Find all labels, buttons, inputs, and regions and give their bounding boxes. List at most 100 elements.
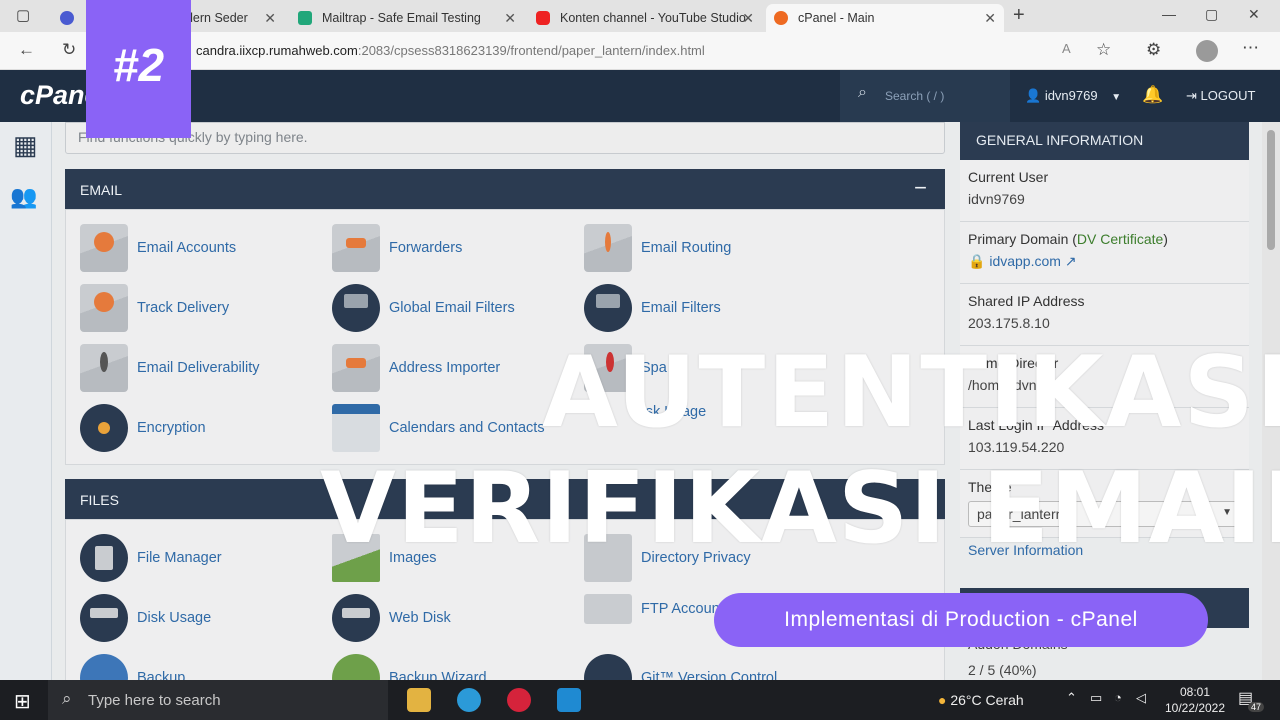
shared-ip-value: 203.175.8.10 xyxy=(968,315,1050,331)
tab-close-icon[interactable]: ✕ xyxy=(742,10,754,27)
weather-widget[interactable]: ● 26°C Cerah xyxy=(938,692,1024,708)
address-importer-link[interactable]: Address Importer xyxy=(332,344,500,392)
vscode-icon[interactable] xyxy=(557,688,581,712)
minimize-icon[interactable]: — xyxy=(1162,6,1176,22)
tab-close-icon[interactable]: ✕ xyxy=(984,10,996,27)
file-explorer-icon[interactable] xyxy=(407,688,431,712)
clock[interactable]: 08:01 10/22/2022 xyxy=(1150,684,1240,716)
tab-3[interactable]: Konten channel - YouTube Studio ✕ xyxy=(528,4,762,32)
forwarders-link[interactable]: Forwarders xyxy=(332,224,462,272)
subtitle-pill: Implementasi di Production - cPanel xyxy=(714,593,1208,647)
ftp-truck-icon xyxy=(584,594,632,624)
encryption-link[interactable]: Encryption xyxy=(80,404,206,452)
restore-icon[interactable]: ▢ xyxy=(1205,6,1218,23)
taskbar-search[interactable]: ⌕ Type here to search xyxy=(48,680,388,720)
tab-actions-icon[interactable]: ▢ xyxy=(16,6,30,24)
primary-domain-link[interactable]: idvapp.com xyxy=(989,253,1061,269)
email-accounts-link[interactable]: Email Accounts xyxy=(80,224,236,272)
global-email-filters-link[interactable]: Global Email Filters xyxy=(332,284,515,332)
ftp-accounts-link[interactable]: FTP Accoun xyxy=(584,594,720,624)
item-label: Disk Usage xyxy=(137,610,212,626)
users-icon[interactable]: 👥 xyxy=(10,184,37,210)
disk-usage-link[interactable]: Disk Usage xyxy=(80,594,211,642)
search-icon: ⌕ xyxy=(858,84,867,101)
item-label: Encryption xyxy=(137,420,206,436)
profile-avatar[interactable] xyxy=(1196,40,1218,62)
extensions-icon[interactable]: ⚙ xyxy=(1146,40,1161,60)
track-delivery-link[interactable]: Track Delivery xyxy=(80,284,229,332)
windows-taskbar: ⊞ ⌕ Type here to search ● 26°C Cerah ⌃ ▭… xyxy=(0,680,1280,720)
logout-label: LOGOUT xyxy=(1200,88,1256,103)
address-bar-row: ← ↻ candra.iixcp.rumahweb.com:2083/cpses… xyxy=(0,32,1280,70)
volume-icon[interactable]: ◁ xyxy=(1136,690,1146,706)
bell-icon[interactable]: 🔔 xyxy=(1142,85,1163,105)
item-label: Email Accounts xyxy=(137,240,237,256)
item-label: Global Email Filters xyxy=(389,300,515,316)
collapse-icon[interactable]: − xyxy=(914,175,927,201)
tab-4[interactable]: cPanel - Main ✕ xyxy=(766,4,1004,32)
calendars-contacts-link[interactable]: Calendars and Contacts xyxy=(332,404,545,452)
taskbar-search-placeholder: Type here to search xyxy=(88,692,221,709)
email-routing-link[interactable]: Email Routing xyxy=(584,224,731,272)
filter-icon xyxy=(584,284,632,332)
forwarders-icon xyxy=(332,224,380,272)
primary-domain-label: Primary Domain xyxy=(968,231,1069,247)
tray-chevron-icon[interactable]: ⌃ xyxy=(1066,690,1077,706)
find-functions-input[interactable]: Find functions quickly by typing here. xyxy=(65,122,945,154)
header-search-placeholder: Search ( / ) xyxy=(885,89,945,103)
back-icon[interactable]: ← xyxy=(18,40,35,60)
window-close-icon[interactable]: ✕ xyxy=(1248,6,1260,23)
primary-domain-block: Primary Domain (DV Certificate) 🔒 idvapp… xyxy=(960,222,1249,284)
web-disk-link[interactable]: Web Disk xyxy=(332,594,451,642)
refresh-icon[interactable]: ↻ xyxy=(62,40,76,60)
tab-close-icon[interactable]: ✕ xyxy=(504,10,516,27)
scrollbar-thumb[interactable] xyxy=(1267,130,1275,250)
notification-count: 47 xyxy=(1248,702,1265,712)
windows-start-icon[interactable]: ⊞ xyxy=(14,689,31,714)
header-search[interactable]: ⌕ Search ( / ) xyxy=(840,70,1010,122)
more-menu-icon[interactable]: ⋯ xyxy=(1242,38,1259,58)
grid-icon[interactable]: ▦ xyxy=(13,132,38,158)
tab-label: cPanel - Main xyxy=(798,11,875,25)
address-importer-icon xyxy=(332,344,380,392)
file-manager-icon xyxy=(80,534,128,582)
file-manager-link[interactable]: File Manager xyxy=(80,534,222,582)
certificate-link[interactable]: DV Certificate xyxy=(1077,231,1163,247)
favorite-icon[interactable]: ☆ xyxy=(1096,40,1111,60)
new-tab-icon[interactable]: + xyxy=(1013,4,1025,27)
calendar-icon xyxy=(332,404,380,452)
email-deliverability-link[interactable]: Email Deliverability xyxy=(80,344,259,392)
item-label: Email Filters xyxy=(641,300,721,316)
url-field[interactable]: candra.iixcp.rumahweb.com:2083/cpsess831… xyxy=(120,37,1080,65)
item-label: Web Disk xyxy=(389,610,451,626)
headline-line-1: AUTENTIKASI xyxy=(542,336,1280,450)
user-menu[interactable]: 👤 idvn9769 ▼ xyxy=(1025,88,1121,104)
email-accounts-icon xyxy=(80,224,128,272)
browser-tab-bar: ▢ odern Seder ✕ Mailtrap - Safe Email Te… xyxy=(0,0,1280,32)
cpanel-header: cPanel ⌕ Search ( / ) 👤 idvn9769 ▼ 🔔 ⇥ L… xyxy=(0,70,1280,122)
media-player-icon[interactable] xyxy=(507,688,531,712)
section-title: EMAIL xyxy=(80,182,123,198)
email-section-header[interactable]: EMAIL − xyxy=(65,169,945,209)
episode-badge: #2 xyxy=(86,0,191,138)
tab-label: Mailtrap - Safe Email Testing xyxy=(322,11,481,25)
general-info-header: GENERAL INFORMATION xyxy=(960,122,1249,160)
email-routing-icon xyxy=(584,224,632,272)
item-label: Email Deliverability xyxy=(137,360,260,376)
external-link-icon[interactable]: ↗ xyxy=(1065,253,1077,269)
logout-button[interactable]: ⇥ LOGOUT xyxy=(1186,88,1255,104)
item-label: FTP Accoun xyxy=(641,601,720,617)
tab-close-icon[interactable]: ✕ xyxy=(264,10,276,27)
wifi-icon[interactable]: ◔ xyxy=(1114,690,1122,705)
username: idvn9769 xyxy=(1044,88,1098,103)
email-filters-link[interactable]: Email Filters xyxy=(584,284,721,332)
sun-icon: ● xyxy=(938,692,947,708)
mailtrap-favicon-icon xyxy=(298,11,312,25)
read-aloud-icon[interactable]: A xyxy=(1062,41,1071,56)
battery-icon[interactable]: ▭ xyxy=(1090,690,1102,706)
key-icon xyxy=(80,404,128,452)
disk-usage-icon xyxy=(80,594,128,642)
weather-text: 26°C Cerah xyxy=(950,692,1024,708)
tab-2[interactable]: Mailtrap - Safe Email Testing ✕ xyxy=(290,4,524,32)
edge-browser-icon[interactable] xyxy=(457,688,481,712)
